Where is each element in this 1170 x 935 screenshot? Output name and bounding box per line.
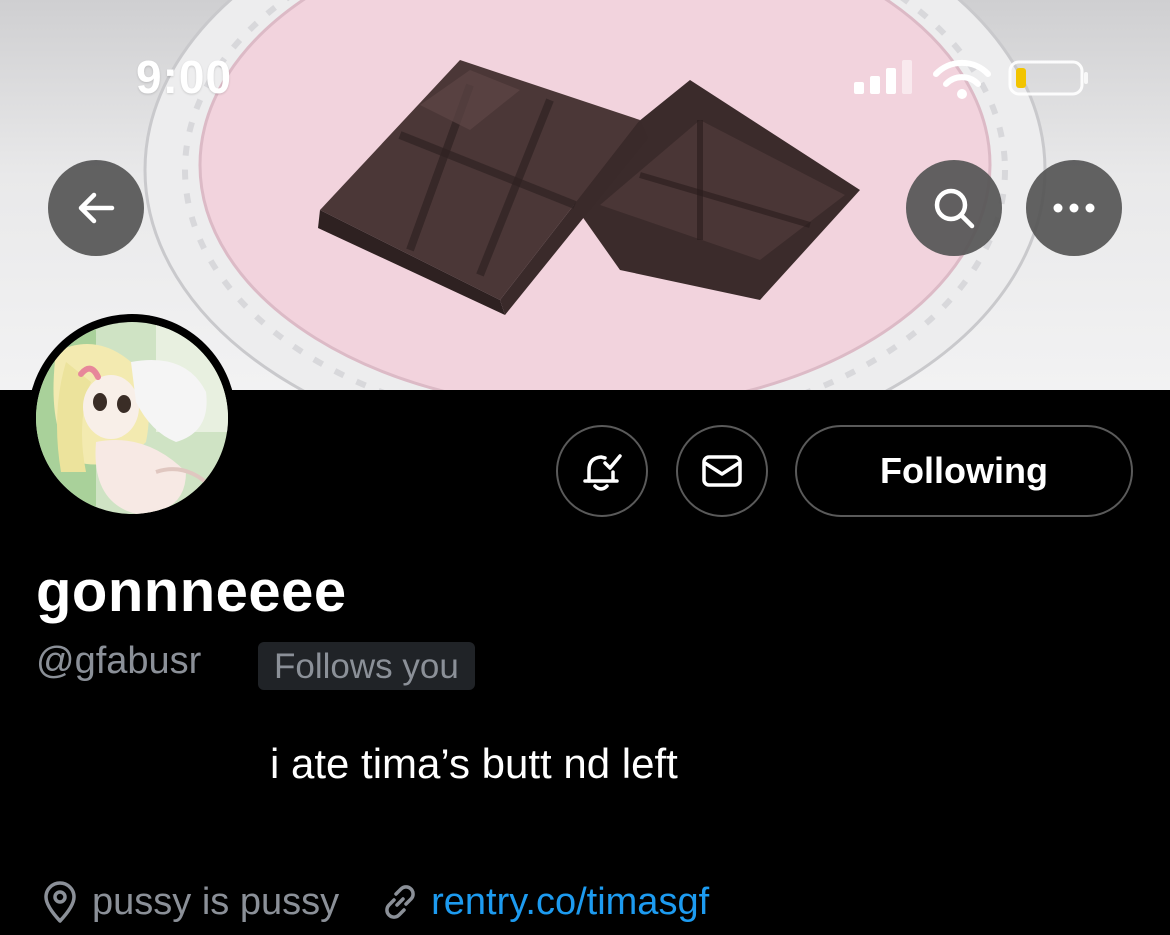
- more-dots-icon: [1053, 203, 1095, 213]
- website-link-text[interactable]: rentry.co/timasgf: [431, 881, 709, 924]
- location-item: pussy is pussy: [40, 880, 339, 924]
- back-button[interactable]: [48, 160, 144, 256]
- more-button[interactable]: [1026, 160, 1122, 256]
- battery-icon: [1008, 60, 1088, 96]
- profile-bio: i ate tima’s butt nd left: [270, 740, 678, 787]
- location-pin-icon: [44, 881, 76, 923]
- website-link[interactable]: rentry.co/timasgf: [379, 881, 709, 924]
- display-name: gonnneeee: [36, 559, 347, 624]
- follows-you-badge: Follows you: [258, 642, 475, 690]
- avatar[interactable]: [28, 314, 236, 522]
- notification-button[interactable]: [556, 425, 648, 517]
- status-time: 9:00: [136, 51, 233, 103]
- message-button[interactable]: [676, 425, 768, 517]
- avatar-image: [36, 322, 228, 514]
- arrow-left-icon: [78, 192, 115, 224]
- bell-check-icon: [583, 454, 622, 491]
- envelope-icon: [702, 455, 742, 487]
- profile-meta: pussy is pussy rentry.co/timasgf: [40, 880, 709, 924]
- following-button[interactable]: Following: [795, 425, 1133, 517]
- wifi-icon: [933, 59, 991, 99]
- signal-icon: [854, 60, 912, 94]
- search-button[interactable]: [906, 160, 1002, 256]
- search-icon: [934, 188, 975, 229]
- user-handle: @gfabusr: [36, 640, 202, 682]
- status-icons: [850, 56, 1090, 105]
- link-icon: [385, 885, 415, 919]
- location-text: pussy is pussy: [92, 880, 340, 923]
